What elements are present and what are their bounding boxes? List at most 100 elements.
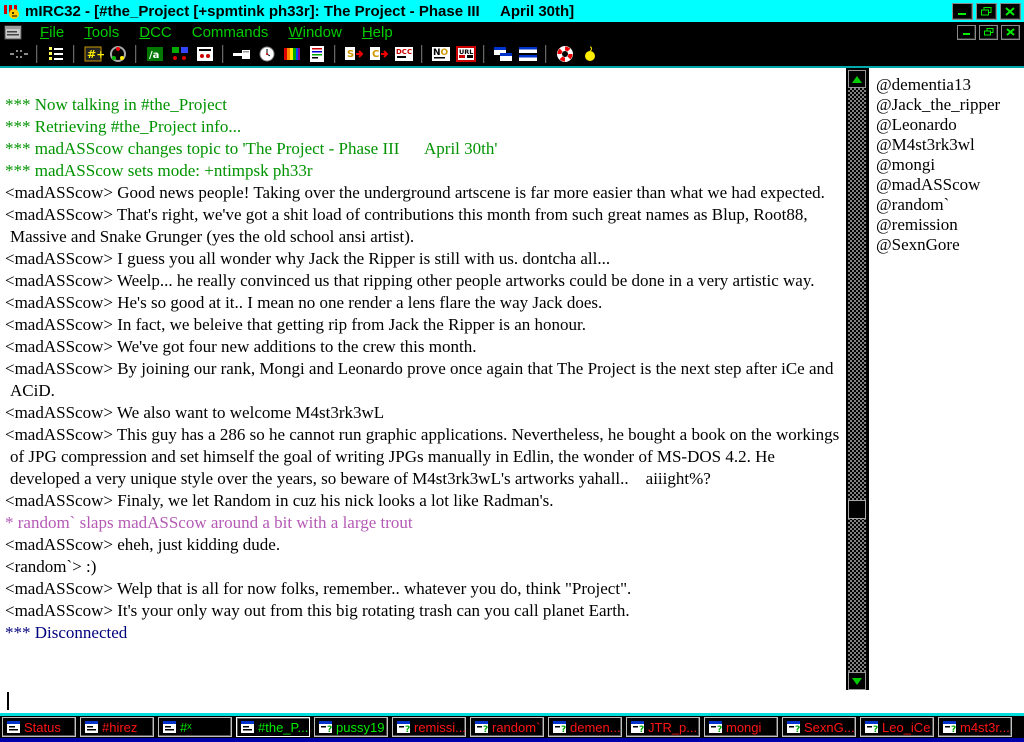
menu-commands[interactable]: Commands [182, 24, 279, 41]
scroll-down-icon[interactable] [848, 672, 866, 690]
window-controls [949, 3, 1021, 20]
nick-item[interactable]: @M4st3rk3wl [876, 135, 1022, 155]
svg-text:/a: /a [149, 50, 159, 61]
options-icon[interactable] [43, 43, 68, 65]
toolbar: #+ /a S C DCC NO URL [0, 42, 1024, 68]
restore-icon[interactable] [976, 3, 997, 20]
svg-text:?: ? [873, 725, 878, 734]
nick-item[interactable]: @madASScow [876, 175, 1022, 195]
scrollbar-thumb[interactable] [848, 500, 866, 519]
nick-item[interactable]: @SexnGore [876, 235, 1022, 255]
script-icon[interactable] [304, 43, 329, 65]
mdi-restore-icon[interactable] [979, 25, 998, 40]
switchbar-button-mongi[interactable]: ? mongi [704, 717, 778, 737]
switchbar-button-random[interactable]: ? random` [470, 717, 544, 737]
connect-icon[interactable] [6, 43, 31, 65]
chat-line: <madASScow> It's your only way out from … [4, 600, 842, 622]
chat-line: <madASScow> By joining our rank, Mongi a… [4, 358, 842, 402]
chat-line: <madASScow> He's so good at it.. I mean … [4, 292, 842, 314]
query-window-icon: ? [864, 720, 879, 734]
tile-icon[interactable] [515, 43, 540, 65]
svg-text:C: C [372, 49, 379, 60]
aliases-icon[interactable]: /a [142, 43, 167, 65]
switchbar-button-status[interactable]: Status [2, 717, 76, 737]
switchbar-button-sexngore[interactable]: ? SexnG... [782, 717, 856, 737]
chat-line: <madASScow> eheh, just kidding dude. [4, 534, 842, 556]
chat-line: <madASScow> We also want to welcome M4st… [4, 402, 842, 424]
switchbar-button-m4st3r[interactable]: ? m4st3r... [938, 717, 1012, 737]
switchbar-button-leo-ice[interactable]: ? Leo_iCe [860, 717, 934, 737]
send-icon[interactable]: S [341, 43, 366, 65]
query-window-icon: ? [396, 720, 411, 734]
switchbar-button-dementia[interactable]: ? demen... [548, 717, 622, 737]
chat-line: <madASScow> Welp that is all for now fol… [4, 578, 842, 600]
menu-bar: File Tools DCC Commands Window Help [0, 22, 1024, 42]
help-icon[interactable] [552, 43, 577, 65]
chat-line: <madASScow> This guy has a 286 so he can… [4, 424, 842, 490]
switchbar-button-pussy19[interactable]: ? pussy19 [314, 717, 388, 737]
svg-text:?: ? [639, 725, 644, 734]
svg-text:#+: #+ [87, 48, 104, 61]
menu-help[interactable]: Help [352, 24, 403, 41]
chat-line: <random`> :) [4, 556, 842, 578]
svg-text:?: ? [717, 725, 722, 734]
switchbar-button-channel-x[interactable]: #ˣ [158, 717, 232, 737]
svg-text:?: ? [795, 725, 800, 734]
query-window-icon: ? [708, 720, 723, 734]
chat-line: * random` slaps madASScow around a bit w… [4, 512, 842, 534]
mdi-close-icon[interactable] [1001, 25, 1020, 40]
menu-tools[interactable]: Tools [74, 24, 129, 41]
svg-text:?: ? [483, 725, 488, 734]
query-window-icon: ? [786, 720, 801, 734]
servers-icon[interactable] [105, 43, 130, 65]
chat-scrollbar[interactable] [848, 70, 866, 690]
query-window-icon: ? [942, 720, 957, 734]
chat-message-area[interactable]: *** Now talking in #the_Project *** Retr… [0, 68, 846, 690]
cascade-icon[interactable] [490, 43, 515, 65]
chat-icon[interactable]: C [366, 43, 391, 65]
menu-dcc[interactable]: DCC [129, 24, 182, 41]
mdi-window-controls [954, 25, 1020, 40]
close-icon[interactable] [1000, 3, 1021, 20]
popups-icon[interactable] [167, 43, 192, 65]
svg-text:?: ? [561, 725, 566, 734]
colors-icon[interactable] [279, 43, 304, 65]
svg-text:?: ? [327, 725, 332, 734]
clock-icon[interactable] [254, 43, 279, 65]
nick-item[interactable]: @dementia13 [876, 75, 1022, 95]
nick-list[interactable]: @dementia13 @Jack_the_ripper @Leonardo @… [869, 68, 1024, 690]
channel-window-icon [162, 720, 177, 734]
scrollbar-track[interactable] [848, 88, 866, 672]
svg-text:?: ? [405, 725, 410, 734]
note-icon[interactable] [577, 43, 602, 65]
minimize-icon[interactable] [952, 3, 973, 20]
notify-icon[interactable]: NO [428, 43, 453, 65]
menu-window[interactable]: Window [278, 24, 351, 41]
mirc-app-icon[interactable] [3, 2, 21, 20]
message-input[interactable] [0, 690, 1024, 713]
url-icon[interactable]: URL [453, 43, 478, 65]
mdi-minimize-icon[interactable] [957, 25, 976, 40]
query-window-icon: ? [474, 720, 489, 734]
nick-item[interactable]: @Jack_the_ripper [876, 95, 1022, 115]
nick-item[interactable]: @random` [876, 195, 1022, 215]
chat-line: <madASScow> Weelp... he really convinced… [4, 270, 842, 292]
scroll-up-icon[interactable] [848, 70, 866, 88]
dcc-icon[interactable]: DCC [391, 43, 416, 65]
switchbar-button-the-project[interactable]: #the_P... [236, 717, 310, 737]
nick-item[interactable]: @remission [876, 215, 1022, 235]
finger-icon[interactable] [229, 43, 254, 65]
remote-icon[interactable] [192, 43, 217, 65]
status-window-icon [6, 720, 21, 734]
menu-file[interactable]: File [30, 24, 74, 41]
channel-sysmenu-icon[interactable] [4, 25, 22, 40]
nick-item[interactable]: @mongi [876, 155, 1022, 175]
switchbar-button-hirez[interactable]: #hirez [80, 717, 154, 737]
chat-line: *** Disconnected [4, 622, 842, 644]
nick-item[interactable]: @Leonardo [876, 115, 1022, 135]
switchbar-button-jtr[interactable]: ? JTR_p... [626, 717, 700, 737]
query-window-icon: ? [630, 720, 645, 734]
switchbar-button-remission[interactable]: ? remissi... [392, 717, 466, 737]
channels-icon[interactable]: #+ [80, 43, 105, 65]
switchbar: Status #hirez #ˣ #the_P... ? pussy19 ? r… [0, 713, 1024, 742]
